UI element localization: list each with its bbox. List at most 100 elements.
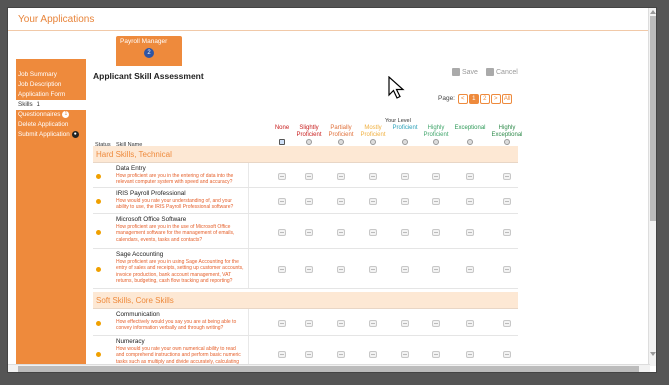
sidebar-item-application-form[interactable]: Application Form	[16, 90, 86, 100]
level-picker-7[interactable]	[503, 229, 511, 236]
mouse-cursor-icon	[388, 76, 405, 99]
level-picker-5[interactable]	[432, 173, 440, 180]
vertical-scrollbar[interactable]	[648, 8, 656, 366]
column-divider	[248, 188, 249, 213]
page-prev-button[interactable]: <	[457, 94, 468, 104]
main-content: Applicant Skill Assessment Save Cancel P…	[90, 60, 522, 370]
pagination: Page: <1 2 > All	[438, 94, 513, 104]
skill-name: Data Entry	[116, 165, 146, 172]
level-picker-0[interactable]	[278, 320, 286, 327]
page-all-button[interactable]: All	[501, 94, 513, 104]
sidebar-item-label: Job Summary	[18, 71, 57, 78]
set-all-level-radio[interactable]	[433, 139, 439, 145]
level-picker-3[interactable]	[369, 198, 377, 205]
sidebar-item-job-summary[interactable]: Job Summary	[16, 70, 86, 80]
sidebar-item-job-description[interactable]: Job Description	[16, 80, 86, 90]
skill-row: Sage Accounting How proficient are you in…	[93, 249, 518, 289]
status-indicator-icon	[96, 174, 101, 179]
level-picker-1[interactable]	[305, 266, 313, 273]
vertical-scroll-thumb[interactable]	[650, 16, 656, 221]
level-picker-3[interactable]	[369, 351, 377, 358]
cancel-icon	[486, 68, 494, 76]
level-picker-0[interactable]	[278, 229, 286, 236]
level-picker-7[interactable]	[503, 198, 511, 205]
level-picker-2[interactable]	[337, 198, 345, 205]
level-picker-7[interactable]	[503, 351, 511, 358]
level-picker-3[interactable]	[369, 266, 377, 273]
level-picker-1[interactable]	[305, 320, 313, 327]
set-all-level-radio[interactable]	[370, 139, 376, 145]
scroll-up-icon[interactable]	[650, 10, 656, 14]
level-picker-0[interactable]	[278, 198, 286, 205]
page-1-button[interactable]: 1	[468, 94, 479, 104]
tab-badge: 2	[144, 48, 154, 58]
level-picker-5[interactable]	[432, 266, 440, 273]
sidebar-item-submit-application[interactable]: Submit Application ●	[16, 130, 86, 140]
level-picker-7[interactable]	[503, 173, 511, 180]
level-picker-4[interactable]	[401, 266, 409, 273]
level-header: Highly Proficient	[423, 125, 449, 138]
level-picker-5[interactable]	[432, 320, 440, 327]
sidebar-item-questionnaires[interactable]: Questionnaires 1	[16, 110, 86, 120]
level-picker-1[interactable]	[305, 351, 313, 358]
level-picker-2[interactable]	[337, 229, 345, 236]
status-indicator-icon	[96, 199, 101, 204]
sidebar-item-skills[interactable]: Skills 1	[16, 100, 86, 110]
skill-name: IRIS Payroll Professional	[116, 190, 186, 197]
level-picker-6[interactable]	[466, 198, 474, 205]
level-picker-4[interactable]	[401, 198, 409, 205]
level-picker-0[interactable]	[278, 266, 286, 273]
page-2-button[interactable]: 2	[479, 94, 490, 104]
level-picker-1[interactable]	[305, 173, 313, 180]
level-picker-2[interactable]	[337, 173, 345, 180]
level-picker-2[interactable]	[337, 320, 345, 327]
save-button[interactable]: Save	[452, 68, 478, 76]
level-picker-3[interactable]	[369, 320, 377, 327]
level-picker-6[interactable]	[466, 351, 474, 358]
column-divider	[248, 214, 249, 248]
level-picker-1[interactable]	[305, 229, 313, 236]
skill-description: How would you rate your understanding of…	[116, 198, 234, 211]
set-all-level-radio[interactable]	[504, 139, 510, 145]
horizontal-scroll-thumb[interactable]	[18, 366, 639, 372]
level-picker-7[interactable]	[503, 320, 511, 327]
your-level-header: Your Level	[385, 118, 411, 124]
set-all-level-radio[interactable]	[338, 139, 344, 145]
level-picker-6[interactable]	[466, 320, 474, 327]
sidebar-item-delete-application[interactable]: Delete Application	[16, 120, 86, 130]
level-header: Proficient	[392, 125, 418, 131]
level-picker-5[interactable]	[432, 229, 440, 236]
level-picker-6[interactable]	[466, 266, 474, 273]
level-picker-3[interactable]	[369, 173, 377, 180]
level-picker-4[interactable]	[401, 173, 409, 180]
cancel-button[interactable]: Cancel	[486, 68, 518, 76]
scroll-down-icon[interactable]	[650, 352, 656, 356]
level-picker-1[interactable]	[305, 198, 313, 205]
status-indicator-icon	[96, 267, 101, 272]
level-header: Mostly Proficient	[360, 125, 386, 138]
section-header: Hard Skills, Technical	[93, 146, 518, 163]
level-picker-2[interactable]	[337, 266, 345, 273]
level-picker-6[interactable]	[466, 173, 474, 180]
level-picker-7[interactable]	[503, 266, 511, 273]
set-all-level-radio[interactable]	[467, 139, 473, 145]
set-all-level-radio[interactable]	[279, 139, 285, 145]
page-next-button[interactable]: >	[490, 94, 501, 104]
level-picker-4[interactable]	[401, 320, 409, 327]
level-picker-3[interactable]	[369, 229, 377, 236]
set-all-level-radio[interactable]	[306, 139, 312, 145]
skill-row: Communication How effectively would you s…	[93, 309, 518, 336]
skill-description: How effectively would you say you are at…	[116, 319, 237, 332]
level-picker-2[interactable]	[337, 351, 345, 358]
sidebar-item-label: Submit Application	[18, 131, 70, 138]
level-picker-0[interactable]	[278, 351, 286, 358]
title-divider	[8, 30, 648, 31]
level-picker-0[interactable]	[278, 173, 286, 180]
level-picker-6[interactable]	[466, 229, 474, 236]
level-picker-4[interactable]	[401, 229, 409, 236]
level-picker-5[interactable]	[432, 198, 440, 205]
horizontal-scrollbar[interactable]	[8, 364, 650, 372]
set-all-level-radio[interactable]	[402, 139, 408, 145]
level-picker-4[interactable]	[401, 351, 409, 358]
level-picker-5[interactable]	[432, 351, 440, 358]
